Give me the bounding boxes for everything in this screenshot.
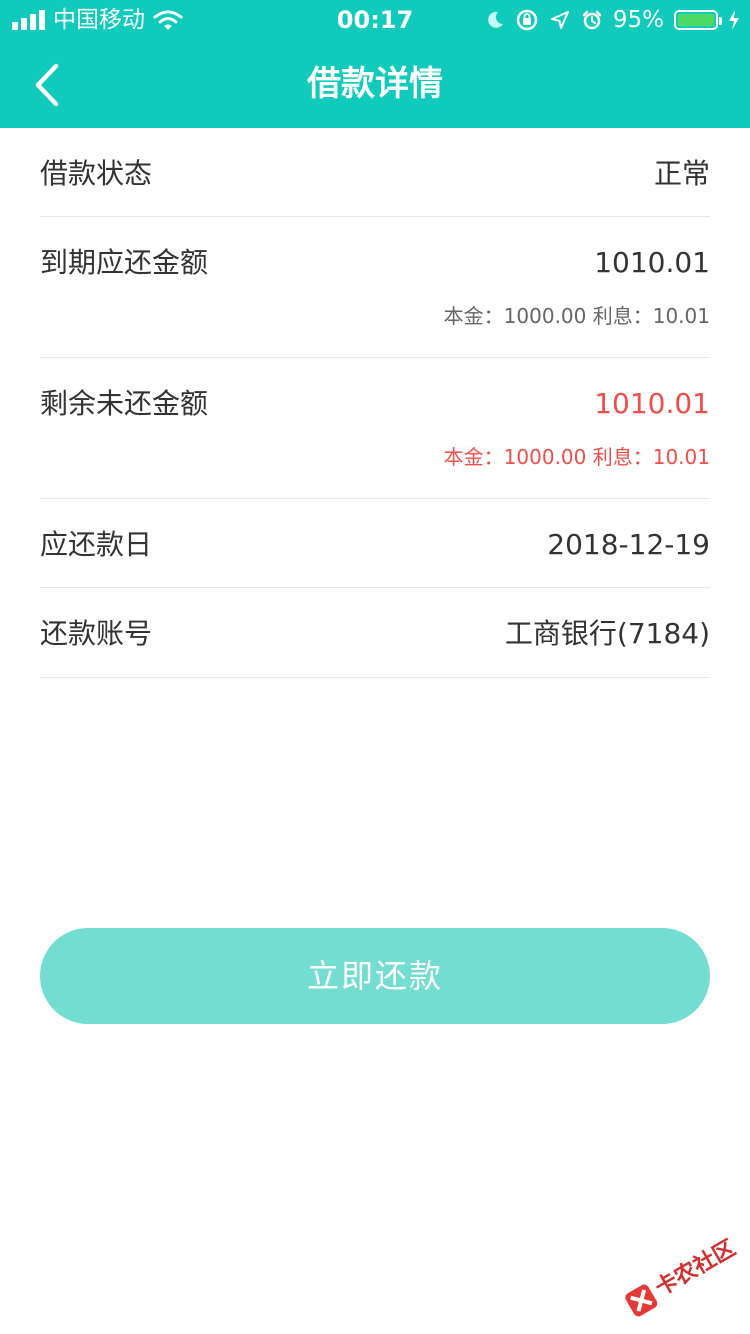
status-right: 95% [485,6,740,34]
loan-status-label: 借款状态 [40,157,153,190]
community-logo-icon [623,1282,660,1319]
repay-account-value: 工商银行(7184) [504,617,710,650]
repay-date-label: 应还款日 [40,528,153,561]
due-amount-value: 1010.01 [594,246,710,279]
battery-icon [674,10,722,30]
loan-status-value: 正常 [653,157,710,190]
charging-icon [729,10,739,30]
repay-account-label: 还款账号 [40,617,153,650]
battery-percent: 95% [612,7,664,33]
remaining-amount-row: 剩余未还金额 1010.01 本金：1000.00 利息：10.01 [40,358,710,499]
alarm-icon [582,10,602,30]
loan-status-row: 借款状态 正常 [40,128,710,217]
remaining-amount-breakdown: 本金：1000.00 利息：10.01 [443,445,710,469]
loan-detail-list: 借款状态 正常 到期应还金额 1010.01 本金：1000.00 利息：10.… [40,128,710,678]
remaining-amount-label: 剩余未还金额 [40,387,209,420]
navigation-bar: 借款详情 [0,40,750,128]
remaining-amount-value: 1010.01 [594,387,710,420]
moon-icon [488,11,503,28]
page-title: 借款详情 [307,64,443,104]
location-arrow-icon [550,11,569,29]
due-amount-label: 到期应还金额 [40,246,209,279]
community-watermark: 卡农社区 [613,1217,750,1334]
lock-rotation-icon [516,9,538,31]
pay-now-button[interactable]: 立即还款 [40,928,710,1024]
status-bar: 中国移动 00:17 95% [0,0,750,40]
repay-account-row[interactable]: 还款账号 工商银行(7184) [40,588,710,678]
repay-date-row: 应还款日 2018-12-19 [40,499,710,588]
due-amount-breakdown: 本金：1000.00 利息：10.01 [443,304,710,328]
watermark-text: 卡农社区 [651,1235,740,1302]
repay-date-value: 2018-12-19 [547,528,710,561]
app-header: 中国移动 00:17 95% 借款详情 [0,0,750,128]
due-amount-row: 到期应还金额 1010.01 本金：1000.00 利息：10.01 [40,217,710,358]
loan-detail-page: 中国移动 00:17 95% 借款详情 借款状态 正常 到期应还金额 1010.… [0,0,750,1334]
